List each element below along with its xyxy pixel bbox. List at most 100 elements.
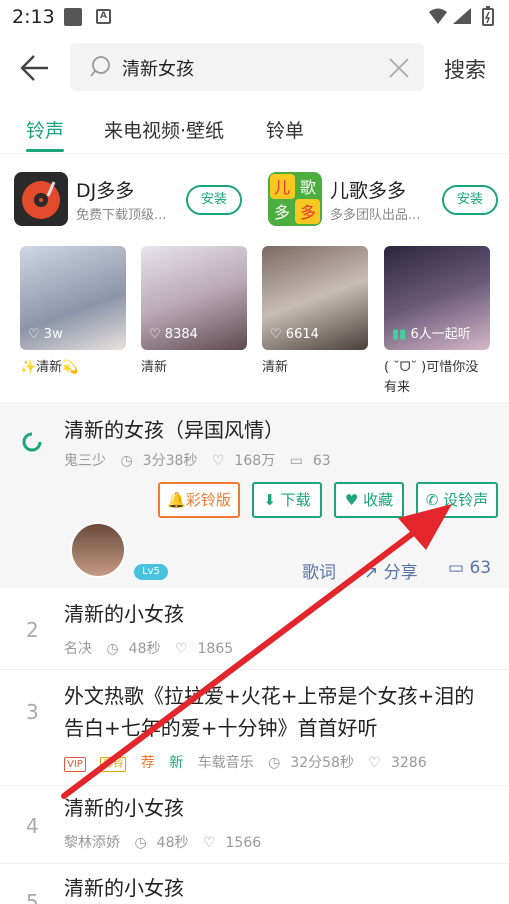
song-title-line: 外文热歌《拉拉爱+火花+上帝是个女孩+泪的 [64,684,475,708]
category-tabs: 铃声 来电视频·壁纸 铃单 [0,100,509,154]
download-icon: ⬇ [263,491,281,509]
battery-icon [482,6,494,26]
status-time: 2:13 [12,6,55,28]
rank: 2 [26,618,39,642]
svg-text:儿: 儿 [274,178,290,197]
new-badge: 新 [169,755,184,771]
tab-ringtone-lists[interactable]: 铃单 [266,116,304,143]
ad-desc: 免费下载顶级... [76,208,167,223]
song-row[interactable]: 2 清新的小女孩 名决 ◷ 48秒 ♡ 1865 [0,588,509,670]
song-title: 清新的小女孩 [64,796,184,820]
rank: 4 [26,814,39,838]
play-count: ♡ 8384 [149,327,198,342]
duration: 48秒 [128,641,161,657]
ad-name: 儿歌多多 [330,180,407,202]
vip-tag: VIP [64,757,86,772]
comment-icon: ▭ [448,558,470,578]
play-count: ♡ 6614 [270,327,319,342]
list-card[interactable]: ♡ 6614 清新 [262,246,368,378]
song-meta: 鬼三少 ◷ 3分38秒 ♡ 168万 ▭ 63 [64,450,341,470]
now-playing-item[interactable]: 清新的女孩（异国风情） 鬼三少 ◷ 3分38秒 ♡ 168万 ▭ 63 🔔彩铃版 ⬇ … [0,402,509,588]
share-icon: ↗ [364,563,384,583]
clock-icon: ◷ [120,453,133,469]
dj-duoduo-logo-icon [14,172,68,226]
equalizer-icon: ▮▮ [392,327,411,342]
artist: 黎林添娇 [64,835,120,851]
song-title: 清新的小女孩 [64,602,184,626]
song-row[interactable]: 3 外文热歌《拉拉爱+火花+上帝是个女孩+泪的 告白+七年的爱+十分钟》首首好听… [0,670,509,786]
avatar[interactable] [70,522,126,578]
bell-icon: 🔔 [167,491,186,509]
lyrics-button[interactable]: 歌词 [302,558,336,583]
loading-spinner-icon [22,432,42,456]
set-ringtone-button[interactable]: ✆ 设铃声 [416,482,498,518]
duration: 3分38秒 [142,453,198,469]
like-icon: ♡ [202,835,216,851]
likes: 1566 [225,835,262,851]
search-icon [88,55,112,83]
heart-icon: ♡ [149,327,165,342]
ad-erge-duoduo[interactable]: 儿 歌 多 多 儿歌多多 多多团队出品... 安装 [268,172,500,228]
clock-icon: ◷ [268,755,281,771]
comment-button[interactable]: ▭ 63 [448,558,491,578]
share-button[interactable]: ↗ 分享 [364,558,418,583]
duration: 32分58秒 [290,755,354,771]
like-icon: ♡ [211,453,225,469]
list-card[interactable]: ▮▮ 6人一起听 ( ˘ᗜ˘ )可惜你没有来 [384,246,490,398]
card-thumbnail: ♡ 6614 [262,246,368,350]
likes: 1865 [197,641,234,657]
card-caption: 清新 [262,360,289,375]
card-caption: ( ˘ᗜ˘ )可惜你没有来 [384,360,479,395]
status-bar: 2:13 A [0,0,509,34]
list-card[interactable]: ♡ 8384 清新 [141,246,247,378]
install-button[interactable]: 安装 [186,185,242,215]
card-caption: 清新 [141,360,168,375]
tab-videos-wallpapers[interactable]: 来电视频·壁纸 [104,116,224,143]
song-meta: VIP 彩铃 荐 新 车载音乐 ◷ 32分58秒 ♡ 3286 [64,752,437,772]
search-button[interactable]: 搜索 [444,54,486,84]
likes: 3286 [390,755,427,771]
song-title: 清新的小女孩 [64,876,184,900]
heart-icon: ♡ [270,327,286,342]
like-icon: ♡ [174,641,188,657]
comments: 63 [312,453,331,469]
artist: 鬼三少 [64,453,106,469]
list-card[interactable]: ♡ 3w ✨清新💫 [20,246,126,378]
search-query: 清新女孩 [122,59,194,80]
signal-icon [453,8,471,24]
ad-desc: 多多团队出品... [330,208,421,223]
artist: 车载音乐 [197,755,254,771]
heart-icon: ♡ [28,327,44,342]
artist: 名决 [64,641,92,657]
likes: 168万 [234,453,276,469]
tab-ringtones[interactable]: 铃声 [26,116,64,143]
svg-text:多: 多 [274,203,290,222]
clock-icon: ◷ [134,835,147,851]
card-thumbnail: ♡ 3w [20,246,126,350]
svg-text:歌: 歌 [300,178,316,197]
notification-icon [64,8,82,26]
song-row[interactable]: 5 清新的小女孩 [0,864,509,904]
search-input[interactable]: 清新女孩 [70,43,424,91]
rank: 5 [26,890,39,904]
favorite-button[interactable]: ♥ 收藏 [334,482,404,518]
back-arrow-icon[interactable] [18,54,50,86]
ad-dj-duoduo[interactable]: DJ多多 免费下载顶级... 安装 [14,172,246,228]
download-button[interactable]: ⬇ 下载 [252,482,322,518]
ad-name: DJ多多 [76,180,135,202]
erge-duoduo-logo-icon: 儿 歌 多 多 [268,172,322,226]
active-tab-indicator [26,149,64,152]
comment-icon: ▭ [289,453,303,469]
song-row[interactable]: 4 清新的小女孩 黎林添娇 ◷ 48秒 ♡ 1566 [0,786,509,864]
svg-text:多: 多 [300,203,316,222]
duration: 48秒 [156,835,189,851]
like-icon: ♡ [368,755,381,771]
recommend-badge: 荐 [140,755,155,771]
rank: 3 [26,700,39,724]
clear-icon[interactable] [388,57,410,83]
phone-icon: ✆ [425,491,444,509]
card-thumbnail: ▮▮ 6人一起听 [384,246,490,350]
color-ring-button[interactable]: 🔔彩铃版 [158,482,240,518]
install-button[interactable]: 安装 [442,185,498,215]
clock-icon: ◷ [106,641,119,657]
